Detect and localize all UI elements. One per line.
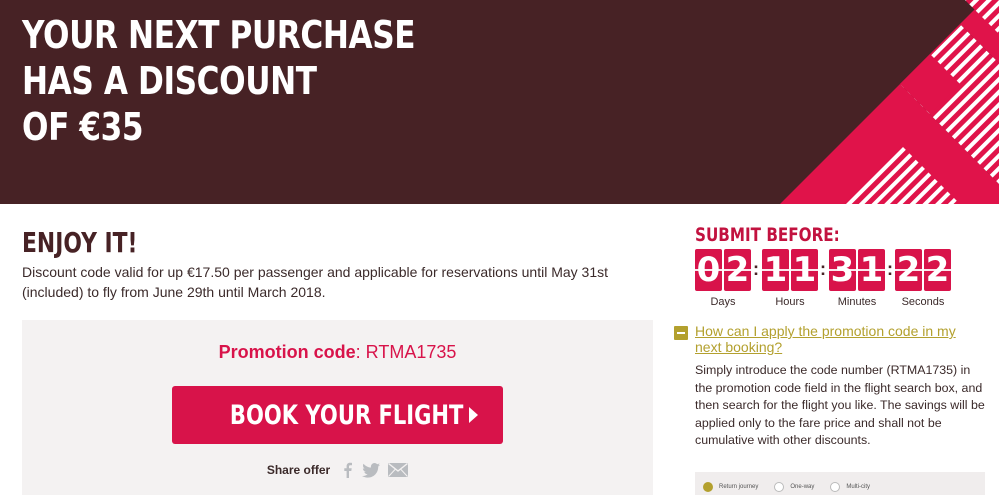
countdown-hours: 1 1 Hours [762, 249, 818, 308]
radio-label: Return journey [719, 484, 759, 490]
chevron-right-icon [468, 407, 478, 423]
countdown-separator: : [887, 259, 893, 279]
countdown-timer: 0 2 Days : 1 1 Hours : 3 1 Minutes : 2 2… [695, 249, 955, 309]
twitter-icon[interactable] [362, 462, 381, 478]
trip-type-options: Return journey One-way Multi-city [703, 482, 880, 492]
countdown-digit: 1 [762, 249, 789, 291]
radio-return-journey[interactable] [703, 482, 713, 492]
flight-search-preview: Return journey One-way Multi-city [695, 472, 985, 495]
countdown-digit: 0 [695, 249, 722, 291]
facebook-icon[interactable] [342, 462, 354, 478]
countdown-digit: 1 [858, 249, 885, 291]
radio-one-way[interactable] [774, 482, 785, 492]
promo-code-label: Promotion code [218, 342, 356, 362]
countdown-unit-label: Days [710, 296, 736, 308]
countdown-digit: 2 [924, 249, 951, 291]
countdown-unit-label: Seconds [901, 296, 945, 308]
hero-banner: YOUR NEXT PURCHASE HAS A DISCOUNT OF €35 [0, 0, 999, 204]
share-bar: Share offer [22, 462, 653, 478]
countdown-digit: 3 [829, 249, 856, 291]
offer-heading: ENJOY IT! [22, 226, 138, 259]
countdown-digit: 2 [724, 249, 751, 291]
faq-question-link[interactable]: How can I apply the promotion code in my… [695, 323, 985, 355]
promo-code-separator: : [355, 342, 366, 362]
promo-code-value: RTMA1735 [365, 342, 457, 362]
share-label: Share offer [266, 463, 331, 477]
book-flight-label: BOOK YOUR FLIGHT [230, 399, 464, 431]
countdown-minutes: 3 1 Minutes [829, 249, 885, 308]
radio-multi-city[interactable] [830, 482, 841, 492]
countdown-seconds: 2 2 Seconds [895, 249, 951, 308]
faq-answer: Simply introduce the code number (RTMA17… [695, 363, 985, 447]
countdown-separator: : [753, 259, 759, 279]
countdown-separator: : [820, 259, 826, 279]
countdown-unit-label: Hours [775, 296, 805, 308]
countdown-digit: 1 [791, 249, 818, 291]
promo-code-line: Promotion code: RTMA1735 [22, 342, 653, 363]
countdown-unit-label: Minutes [837, 296, 877, 308]
decorative-pattern [780, 0, 999, 204]
book-flight-button[interactable]: BOOK YOUR FLIGHT [172, 386, 503, 444]
countdown-days: 0 2 Days [695, 249, 751, 308]
submit-before-title: SUBMIT BEFORE: [695, 224, 840, 246]
radio-label: One-way [790, 484, 815, 490]
email-icon[interactable] [388, 463, 409, 477]
radio-label: Multi-city [846, 484, 871, 490]
promo-box: Promotion code: RTMA1735 BOOK YOUR FLIGH… [22, 320, 653, 495]
hero-title: YOUR NEXT PURCHASE HAS A DISCOUNT OF €35 [22, 13, 416, 149]
countdown-digit: 2 [895, 249, 922, 291]
collapse-toggle-icon[interactable] [674, 326, 688, 340]
offer-description: Discount code valid for up €17.50 per pa… [22, 264, 609, 300]
